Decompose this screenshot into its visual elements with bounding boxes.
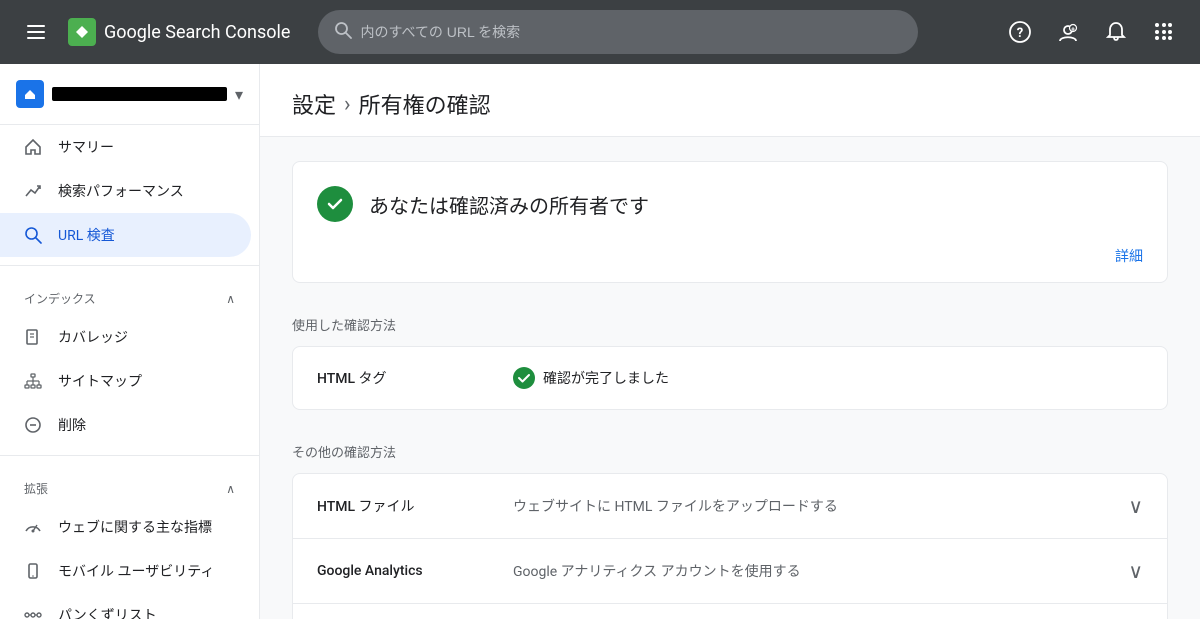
page-content: あなたは確認済みの所有者です 詳細 使用した確認方法 HTML タグ [260,137,1200,619]
url-inspection-label: URL 検査 [58,225,115,245]
google-analytics-method-row[interactable]: Google Analytics Google アナリティクス アカウントを使用… [293,539,1167,604]
html-tag-status-text: 確認が完了しました [543,368,669,388]
app-logo: Google Search Console [68,18,290,46]
used-method-section-label: 使用した確認方法 [292,307,1168,346]
mobile-label: モバイル ユーザビリティ [58,561,214,581]
removals-icon [24,416,42,434]
mobile-icon [24,562,42,580]
search-input[interactable] [360,24,902,40]
sidebar-item-sitemaps[interactable]: サイトマップ [0,359,251,403]
help-button[interactable]: ? [1000,12,1040,52]
apps-button[interactable] [1144,12,1184,52]
search-icon [334,21,352,44]
html-tag-method-name: HTML タグ [317,368,497,388]
index-section-header: インデックス ∧ [0,274,259,315]
sidebar-divider-2 [0,455,259,456]
property-icon [16,80,44,108]
sidebar-item-summary[interactable]: サマリー [0,125,251,169]
other-methods-section-label: その他の確認方法 [292,434,1168,473]
verification-status-card: あなたは確認済みの所有者です 詳細 [292,161,1168,283]
method-check-icon [513,367,535,389]
nav-actions: ? + [1000,12,1184,52]
enhancement-section-header: 拡張 ∧ [0,464,259,505]
web-vitals-label: ウェブに関する主な指標 [58,517,212,537]
top-navigation: Google Search Console ? + [0,0,1200,64]
sidebar-item-performance[interactable]: 検索パフォーマンス [0,169,251,213]
html-file-chevron-icon[interactable]: ∨ [1128,494,1143,518]
verification-title: あなたは確認済みの所有者です [369,190,649,219]
sidebar-item-removals[interactable]: 削除 [0,403,251,447]
enhancement-section-label: 拡張 [24,480,48,497]
summary-label: サマリー [58,137,114,157]
speed-icon [24,518,42,536]
google-analytics-method-desc: Google アナリティクス アカウントを使用する [513,561,1112,581]
sitemap-icon [24,372,42,390]
search-bar [318,10,918,54]
index-section-label: インデックス [24,290,96,307]
performance-label: 検索パフォーマンス [58,181,184,201]
property-chevron-icon: ▾ [235,85,243,104]
sidebar-item-mobile[interactable]: モバイル ユーザビリティ [0,549,251,593]
index-collapse-icon[interactable]: ∧ [226,292,235,306]
google-analytics-chevron-icon[interactable]: ∨ [1128,559,1143,583]
property-name [52,87,227,101]
breadcrumb-current: 所有権の確認 [359,88,491,120]
accounts-button[interactable]: + [1048,12,1088,52]
sidebar-item-coverage[interactable]: カバレッジ [0,315,251,359]
property-selector[interactable]: ▾ [0,64,259,125]
coverage-icon [24,328,42,346]
svg-text:?: ? [1017,26,1023,41]
html-file-method-desc: ウェブサイトに HTML ファイルをアップロードする [513,496,1112,516]
removals-label: 削除 [58,415,86,435]
url-search-icon [24,226,42,244]
hamburger-menu[interactable] [16,12,56,52]
used-method-card: HTML タグ 確認が完了しました [292,346,1168,410]
verification-check-icon [317,186,353,222]
page-header: 設定 › 所有権の確認 [260,64,1200,137]
home-icon [24,138,42,156]
sitemaps-label: サイトマップ [58,371,142,391]
html-file-method-row[interactable]: HTML ファイル ウェブサイトに HTML ファイルをアップロードする ∨ [293,474,1167,539]
html-tag-method-row: HTML タグ 確認が完了しました [293,347,1167,409]
html-file-method-name: HTML ファイル [317,496,497,516]
coverage-label: カバレッジ [58,327,128,347]
verification-detail-row: 詳細 [293,238,1167,282]
svg-text:+: + [1071,26,1075,34]
main-content: 設定 › 所有権の確認 あなたは確認済みの所有者です 詳細 [260,64,1200,619]
notifications-button[interactable] [1096,12,1136,52]
sidebar-item-web-vitals[interactable]: ウェブに関する主な指標 [0,505,251,549]
sidebar-item-url-inspection[interactable]: URL 検査 [0,213,251,257]
detail-link[interactable]: 詳細 [1115,246,1143,266]
breadcrumbs-label: パンくずリスト [58,605,157,619]
verification-header: あなたは確認済みの所有者です [293,162,1167,238]
sidebar: ▾ サマリー 検索パフォーマンス [0,64,260,619]
enhancement-collapse-icon[interactable]: ∧ [226,482,235,496]
html-tag-method-status: 確認が完了しました [513,367,1143,389]
breadcrumb-parent: 設定 [292,88,336,120]
trending-up-icon [24,182,42,200]
sidebar-item-breadcrumbs[interactable]: パンくずリスト [0,593,251,619]
sidebar-divider-1 [0,265,259,266]
breadcrumbs-icon [24,606,42,619]
google-tag-manager-method-row[interactable]: Google タグ マネージャー Google タグ マネージャーのアカウントを… [293,604,1167,619]
google-analytics-method-name: Google Analytics [317,563,497,579]
breadcrumb-separator: › [344,92,351,117]
other-methods-card: HTML ファイル ウェブサイトに HTML ファイルをアップロードする ∨ G… [292,473,1168,619]
app-title: Google Search Console [104,22,290,43]
